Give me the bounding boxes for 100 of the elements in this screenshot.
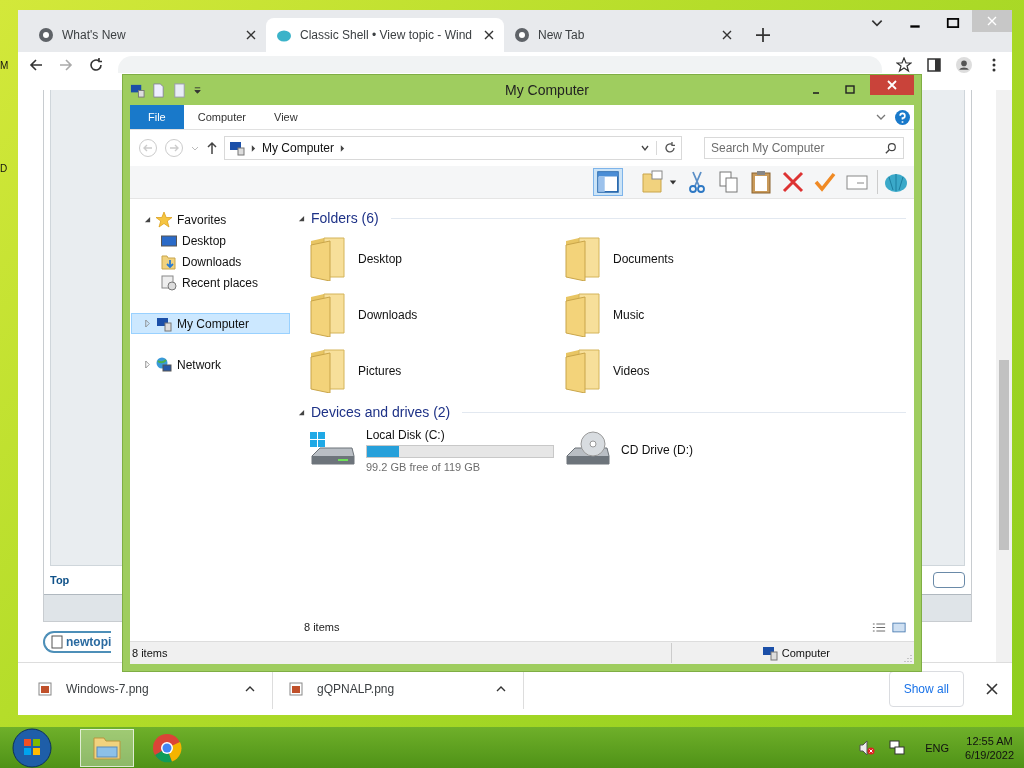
show-all-button[interactable]: Show all xyxy=(888,671,964,707)
breadcrumb[interactable]: My Computer xyxy=(262,141,335,155)
clock[interactable]: 12:55 AM 6/19/2022 xyxy=(965,734,1014,761)
forum-button[interactable] xyxy=(933,572,965,588)
delete-x-icon[interactable] xyxy=(781,170,805,194)
details-view-icon[interactable] xyxy=(872,621,886,633)
large-icons-view-icon[interactable] xyxy=(892,621,906,633)
computer-icon[interactable] xyxy=(130,82,145,98)
download-filename: gQPNALP.png xyxy=(317,682,396,696)
scrollbar[interactable] xyxy=(996,90,1012,662)
collapse-arrow-icon[interactable] xyxy=(298,408,305,416)
close-icon[interactable] xyxy=(986,683,998,695)
nav-item[interactable]: Downloads xyxy=(131,251,290,272)
help-icon[interactable] xyxy=(895,109,910,125)
dropdown-icon[interactable] xyxy=(669,178,677,186)
new-topic-button[interactable]: newtopi xyxy=(43,631,112,653)
close-button[interactable] xyxy=(870,75,914,95)
refresh-icon[interactable] xyxy=(656,141,677,155)
browser-tab[interactable]: What's New xyxy=(28,18,266,52)
ribbon-tab[interactable]: File xyxy=(130,105,184,129)
nav-label: Network xyxy=(177,357,221,372)
collapse-arrow-icon[interactable] xyxy=(298,214,305,222)
explorer-item[interactable]: Videos xyxy=(563,343,818,399)
start-button-icon[interactable] xyxy=(12,727,52,768)
tab-title: What's New xyxy=(62,28,127,42)
explorer-item[interactable]: Pictures xyxy=(308,343,563,399)
explorer-item[interactable]: Downloads xyxy=(308,287,563,343)
ribbon-tab[interactable]: View xyxy=(260,105,312,129)
close-icon xyxy=(987,16,997,26)
item-label: Downloads xyxy=(358,308,418,322)
resize-grip-icon[interactable] xyxy=(904,654,912,662)
chrome-icon xyxy=(514,27,530,43)
computer-icon xyxy=(761,645,778,661)
profile-avatar-icon[interactable] xyxy=(956,57,972,73)
address-bar[interactable]: My Computer xyxy=(224,136,682,160)
muted-speaker-icon[interactable] xyxy=(859,739,876,756)
maximize-icon[interactable] xyxy=(946,16,960,30)
status-text: 8 items xyxy=(132,647,168,659)
sidebar-icon[interactable] xyxy=(926,57,942,73)
explorer-item[interactable]: Music xyxy=(563,287,818,343)
star-icon[interactable] xyxy=(896,57,912,73)
chevron-right-icon[interactable] xyxy=(251,144,256,152)
clipboard-icon[interactable] xyxy=(749,170,773,194)
nav-item[interactable]: Recent places xyxy=(131,272,290,293)
close-icon[interactable] xyxy=(484,30,494,40)
top-link[interactable]: Top xyxy=(50,574,70,586)
nav-label: Recent places xyxy=(182,275,259,290)
item-label: Videos xyxy=(613,364,650,378)
back-arrow-icon[interactable] xyxy=(28,57,44,73)
folder-icon xyxy=(563,237,603,281)
group-heading[interactable]: Folders (6) xyxy=(311,210,379,226)
chevron-down-icon[interactable] xyxy=(640,143,650,153)
folder-icon xyxy=(563,293,603,337)
browser-tab[interactable]: Classic Shell • View topic - Wind xyxy=(266,18,504,52)
document-icon xyxy=(50,635,64,649)
language-indicator[interactable]: ENG xyxy=(925,741,950,754)
chevron-right-icon[interactable] xyxy=(340,144,346,152)
reload-icon[interactable] xyxy=(88,57,104,73)
maximize-icon[interactable] xyxy=(844,84,856,96)
nav-item[interactable]: My Computer xyxy=(131,313,290,334)
group-heading[interactable]: Devices and drives (2) xyxy=(311,404,451,420)
nav-label: My Computer xyxy=(177,316,250,331)
item-label: Desktop xyxy=(358,252,403,266)
browser-tab[interactable]: New Tab xyxy=(504,18,742,52)
explorer-item[interactable]: CD Drive (D:) xyxy=(563,425,818,475)
folder-icon xyxy=(308,237,348,281)
explorer-item[interactable]: Documents xyxy=(563,231,818,287)
shell-icon[interactable] xyxy=(877,170,908,194)
tab-title: New Tab xyxy=(538,28,586,42)
search-field[interactable]: Search My Computer xyxy=(704,137,904,159)
nav-item[interactable]: Network xyxy=(131,354,290,375)
computer-icon xyxy=(156,315,172,332)
ribbon-tab[interactable]: Computer xyxy=(183,105,261,129)
item-label: Music xyxy=(613,308,645,322)
explorer-item[interactable]: Local Disk (C:) 99.2 GB free of 119 GB xyxy=(308,425,563,475)
nav-item[interactable]: Desktop xyxy=(131,230,290,251)
item-label: Pictures xyxy=(358,364,402,378)
computer-icon xyxy=(229,140,245,156)
close-icon[interactable] xyxy=(246,30,256,40)
expand-arrow-icon[interactable] xyxy=(144,216,151,223)
desktop-icon-label[interactable]: D xyxy=(0,163,8,174)
explorer-item[interactable]: Desktop xyxy=(308,231,563,287)
dropdown-icon[interactable] xyxy=(193,85,202,95)
folder-icon xyxy=(308,349,348,393)
free-space-text: 99.2 GB free of 119 GB xyxy=(366,460,482,473)
folder-icon xyxy=(92,734,122,761)
tab-title: Classic Shell • View topic - Wind xyxy=(300,28,474,42)
up-arrow-icon[interactable] xyxy=(206,141,218,155)
preview-pane-button[interactable] xyxy=(593,168,623,196)
close-icon xyxy=(887,80,897,90)
search-icon[interactable] xyxy=(885,142,897,154)
desktop-icon-label[interactable]: M xyxy=(0,60,9,71)
nav-label: Desktop xyxy=(182,233,227,248)
checkmark-icon[interactable] xyxy=(813,170,837,194)
close-icon[interactable] xyxy=(722,30,732,40)
plus-icon[interactable] xyxy=(756,28,770,42)
window-title: My Computer xyxy=(504,82,590,98)
network-icon[interactable] xyxy=(889,739,906,756)
nav-item[interactable]: Favorites xyxy=(131,209,290,230)
chrome-icon xyxy=(152,732,182,763)
